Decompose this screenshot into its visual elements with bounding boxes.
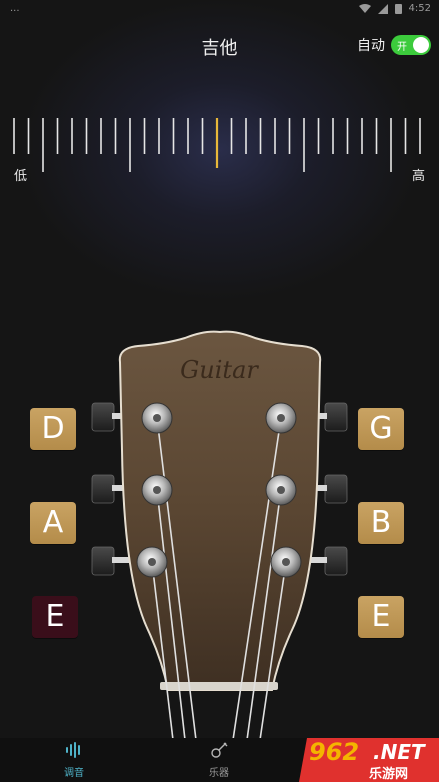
watermark-cn: 乐游网 bbox=[369, 767, 409, 782]
signal-icon bbox=[377, 3, 388, 14]
string-button-g[interactable]: G bbox=[358, 408, 404, 450]
site-watermark: 962 .NET 乐游网 bbox=[299, 736, 439, 782]
waveform-icon bbox=[66, 742, 80, 758]
high-label: 高 bbox=[411, 169, 425, 184]
string-button-d[interactable]: D bbox=[30, 408, 76, 450]
battery-icon bbox=[394, 4, 402, 14]
string-button-a[interactable]: A bbox=[30, 502, 76, 544]
watermark-net: .NET bbox=[373, 740, 425, 764]
guitar-icon bbox=[211, 742, 228, 758]
toggle-on-text: 开 bbox=[397, 42, 407, 53]
tab-instrument-label: 乐器 bbox=[209, 768, 229, 779]
status-time: 4:52 bbox=[408, 3, 431, 14]
tuning-ruler bbox=[13, 118, 421, 172]
status-bar: ... 4:52 bbox=[0, 0, 439, 22]
low-label: 低 bbox=[14, 169, 28, 184]
auto-label: 自动 bbox=[357, 38, 385, 54]
string-button-high-e[interactable]: E bbox=[358, 596, 404, 638]
watermark-number: 962 bbox=[309, 738, 360, 766]
auto-toggle[interactable]: 开 bbox=[391, 35, 431, 55]
auto-mode: 自动 开 bbox=[357, 35, 431, 55]
toggle-knob bbox=[413, 37, 429, 53]
tab-instrument[interactable]: 乐器 bbox=[189, 742, 249, 779]
wifi-icon bbox=[358, 3, 371, 13]
status-carrier: ... bbox=[10, 3, 20, 14]
tab-tuning-label: 调音 bbox=[64, 768, 84, 779]
headstock-brand: Guitar bbox=[180, 356, 259, 384]
string-button-low-e[interactable]: E bbox=[32, 596, 78, 638]
tab-tuning[interactable]: 调音 bbox=[44, 742, 104, 779]
string-button-b[interactable]: B bbox=[358, 502, 404, 544]
